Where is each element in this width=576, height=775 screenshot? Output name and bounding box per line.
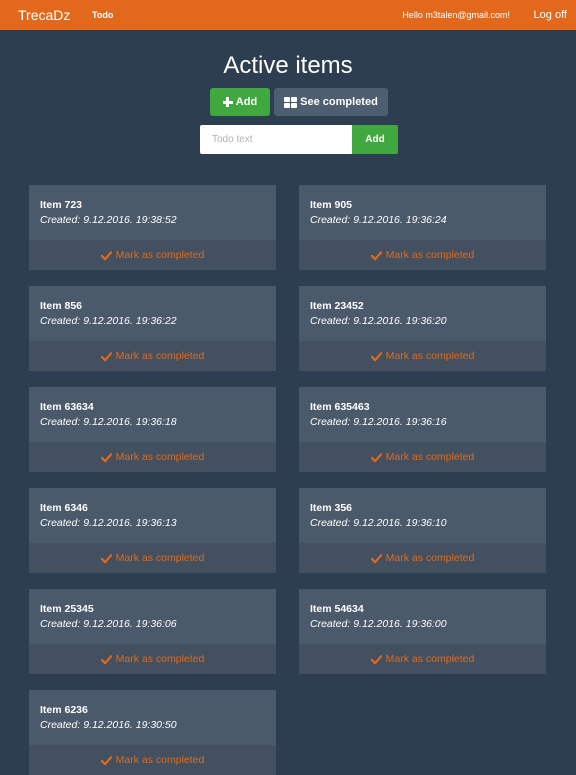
todo-item-created: Created: 9.12.2016. 19:30:50 [40,719,177,731]
mark-as-completed-label: Mark as completed [115,653,205,665]
todo-card-body: Item 856 Created: 9.12.2016. 19:36:22 [29,286,276,341]
check-icon [100,654,112,664]
todo-item-title: Item 723 [40,199,83,211]
grid-icon [284,96,298,108]
mark-as-completed-label: Mark as completed [115,350,205,362]
todo-item-title: Item 25345 [40,603,94,615]
see-completed-label: See completed [300,96,378,108]
todo-add-button[interactable]: Add [352,125,398,154]
todo-card: Item 63634 Created: 9.12.2016. 19:36:18 … [29,387,276,472]
check-icon [100,452,112,462]
check-icon [370,250,382,260]
mark-as-completed-button[interactable]: Mark as completed [29,745,276,775]
mark-as-completed-label: Mark as completed [385,653,475,665]
check-icon [370,452,382,462]
mark-as-completed-button[interactable]: Mark as completed [299,442,546,472]
todo-text-input[interactable] [200,125,352,154]
mark-as-completed-button[interactable]: Mark as completed [29,442,276,472]
todo-item-created: Created: 9.12.2016. 19:36:10 [310,517,447,529]
add-button-label: Add [235,96,258,108]
todo-card: Item 356 Created: 9.12.2016. 19:36:10 Ma… [299,488,546,573]
mark-as-completed-label: Mark as completed [115,754,205,766]
navbar: TrecaDz Todo Hello m3talen@gmail.com! Lo… [0,0,576,30]
todo-card: Item 6346 Created: 9.12.2016. 19:36:13 M… [29,488,276,573]
todo-item-title: Item 856 [40,300,83,312]
todo-item-title: Item 635463 [310,401,370,413]
mark-as-completed-button[interactable]: Mark as completed [29,240,276,270]
todo-item-title: Item 63634 [40,401,94,413]
todo-item-title: Item 905 [310,199,353,211]
todo-card-body: Item 63634 Created: 9.12.2016. 19:36:18 [29,387,276,442]
todo-card-body: Item 356 Created: 9.12.2016. 19:36:10 [299,488,546,543]
todo-item-created: Created: 9.12.2016. 19:36:24 [310,214,447,226]
mark-as-completed-label: Mark as completed [115,451,205,463]
nav-todo-link[interactable]: Todo [92,10,113,20]
todo-card: Item 25345 Created: 9.12.2016. 19:36:06 … [29,589,276,674]
todo-item-created: Created: 9.12.2016. 19:36:20 [310,315,447,327]
todo-card-body: Item 635463 Created: 9.12.2016. 19:36:16 [299,387,546,442]
check-icon [100,250,112,260]
todo-card: Item 54634 Created: 9.12.2016. 19:36:00 … [299,589,546,674]
check-icon [370,654,382,664]
todo-card: Item 635463 Created: 9.12.2016. 19:36:16… [299,387,546,472]
mark-as-completed-button[interactable]: Mark as completed [299,644,546,674]
todo-item-title: Item 356 [310,502,353,514]
todo-card-body: Item 6346 Created: 9.12.2016. 19:36:13 [29,488,276,543]
mark-as-completed-label: Mark as completed [385,552,475,564]
todo-card-body: Item 723 Created: 9.12.2016. 19:38:52 [29,185,276,240]
check-icon [370,553,382,563]
mark-as-completed-label: Mark as completed [385,350,475,362]
todo-card: Item 23452 Created: 9.12.2016. 19:36:20 … [299,286,546,371]
mark-as-completed-label: Mark as completed [115,249,205,261]
check-icon [100,351,112,361]
mark-as-completed-button[interactable]: Mark as completed [299,341,546,371]
todo-card: Item 905 Created: 9.12.2016. 19:36:24 Ma… [299,185,546,270]
todo-card: Item 6236 Created: 9.12.2016. 19:30:50 M… [29,690,276,775]
todo-card: Item 723 Created: 9.12.2016. 19:38:52 Ma… [29,185,276,270]
mark-as-completed-button[interactable]: Mark as completed [29,341,276,371]
todo-item-created: Created: 9.12.2016. 19:36:22 [40,315,177,327]
mark-as-completed-label: Mark as completed [385,249,475,261]
todo-item-title: Item 6236 [40,704,88,716]
plus-icon [222,97,233,107]
todo-item-created: Created: 9.12.2016. 19:36:00 [310,618,447,630]
todo-card-body: Item 25345 Created: 9.12.2016. 19:36:06 [29,589,276,644]
add-button[interactable]: Add [210,88,270,116]
todo-card-body: Item 6236 Created: 9.12.2016. 19:30:50 [29,690,276,745]
todo-card-body: Item 23452 Created: 9.12.2016. 19:36:20 [299,286,546,341]
todo-item-created: Created: 9.12.2016. 19:36:06 [40,618,177,630]
todo-item-created: Created: 9.12.2016. 19:36:13 [40,517,177,529]
mark-as-completed-button[interactable]: Mark as completed [299,543,546,573]
logoff-link[interactable]: Log off [534,9,567,21]
page-title: Active items [223,52,353,79]
see-completed-button[interactable]: See completed [274,88,388,116]
mark-as-completed-label: Mark as completed [115,552,205,564]
todo-item-title: Item 6346 [40,502,88,514]
todo-card: Item 856 Created: 9.12.2016. 19:36:22 Ma… [29,286,276,371]
todo-item-created: Created: 9.12.2016. 19:38:52 [40,214,177,226]
todo-card-body: Item 905 Created: 9.12.2016. 19:36:24 [299,185,546,240]
check-icon [100,553,112,563]
todo-item-created: Created: 9.12.2016. 19:36:16 [310,416,447,428]
mark-as-completed-button[interactable]: Mark as completed [29,543,276,573]
user-greeting-link[interactable]: Hello m3talen@gmail.com! [402,10,510,20]
todo-item-title: Item 23452 [310,300,364,312]
check-icon [100,755,112,765]
mark-as-completed-button[interactable]: Mark as completed [29,644,276,674]
check-icon [370,351,382,361]
todo-item-created: Created: 9.12.2016. 19:36:18 [40,416,177,428]
brand-link[interactable]: TrecaDz [18,7,70,23]
mark-as-completed-label: Mark as completed [385,451,475,463]
todo-card-body: Item 54634 Created: 9.12.2016. 19:36:00 [299,589,546,644]
mark-as-completed-button[interactable]: Mark as completed [299,240,546,270]
todo-item-title: Item 54634 [310,603,364,615]
